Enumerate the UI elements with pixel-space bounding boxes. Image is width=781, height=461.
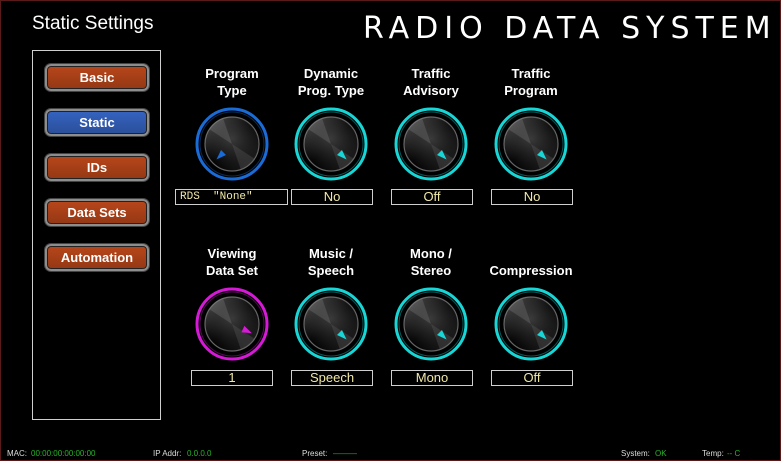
knob-sheen xyxy=(304,297,358,351)
sidebar-nav: Basic Static IDs Data Sets Automation xyxy=(32,50,161,420)
knob-sheen xyxy=(205,117,259,171)
program-type-knob[interactable] xyxy=(195,107,269,181)
system-status-value: OK xyxy=(655,449,667,458)
knob-label-line1: Traffic xyxy=(511,66,551,81)
knob-label-line1: Mono / xyxy=(410,246,452,261)
temp-value: -- C xyxy=(727,449,741,458)
nav-button-static[interactable]: Static xyxy=(45,109,149,136)
temp-label: Temp: xyxy=(702,449,724,458)
mono-stereo-knob[interactable] xyxy=(394,287,468,361)
knob-sheen xyxy=(404,117,458,171)
knob-label-line2: Advisory xyxy=(403,83,459,98)
knob-label-line1: Traffic xyxy=(411,66,451,81)
value-text: "None" xyxy=(213,191,253,203)
system-label: System: xyxy=(621,449,650,458)
traffic-advisory-knob[interactable] xyxy=(394,107,468,181)
mac-label: MAC: xyxy=(7,449,27,458)
mono-stereo-value: Mono xyxy=(391,370,473,386)
knob-label-line2: Stereo xyxy=(410,263,452,278)
knob-sheen xyxy=(205,297,259,351)
music-speech-value: Speech xyxy=(291,370,373,386)
status-bar: MAC: 00:00:00:00:00:00 IP Addr: 0.0.0.0 … xyxy=(1,447,781,461)
value-prefix: RDS xyxy=(180,191,200,203)
preset-label: Preset: xyxy=(302,449,328,458)
knob-sheen xyxy=(504,297,558,351)
page-title: Static Settings xyxy=(32,13,154,34)
knob-label-line1: Dynamic xyxy=(303,66,359,81)
program-type-value: RDS "None" xyxy=(175,189,288,205)
dynamic-prog-type-value: No xyxy=(291,189,373,205)
knob-label-line2: Prog. Type xyxy=(297,83,365,98)
knob-label-line2: Program xyxy=(504,83,558,98)
system-title: RADIO DATA SYSTEM xyxy=(363,11,777,46)
traffic-advisory-value: Off xyxy=(391,189,473,205)
knob-label-line1: Program xyxy=(205,66,259,81)
knob-sheen xyxy=(404,297,458,351)
knob-label-line1: Music / xyxy=(308,246,354,261)
ip-label: IP Addr: xyxy=(153,449,182,458)
knob-sheen xyxy=(304,117,358,171)
nav-button-data-sets[interactable]: Data Sets xyxy=(45,199,149,226)
compression-value: Off xyxy=(491,370,573,386)
knob-label-line2: Data Set xyxy=(205,263,259,278)
knob-label-line2: Speech xyxy=(307,263,355,278)
viewing-data-set-value: 1 xyxy=(191,370,273,386)
mac-value: 00:00:00:00:00:00 xyxy=(31,449,96,458)
compression-knob[interactable] xyxy=(494,287,568,361)
knob-label-line2: Type xyxy=(217,83,247,98)
ip-value: 0.0.0.0 xyxy=(187,449,212,458)
knob-sheen xyxy=(504,117,558,171)
viewing-data-set-knob[interactable] xyxy=(195,287,269,361)
nav-button-ids[interactable]: IDs xyxy=(45,154,149,181)
nav-button-basic[interactable]: Basic xyxy=(45,64,149,91)
preset-value: ——— xyxy=(333,449,357,458)
music-speech-knob[interactable] xyxy=(294,287,368,361)
traffic-program-value: No xyxy=(491,189,573,205)
traffic-program-knob[interactable] xyxy=(494,107,568,181)
nav-button-automation[interactable]: Automation xyxy=(45,244,149,271)
knob-label-line2: Compression xyxy=(489,263,573,278)
dynamic-prog-type-knob[interactable] xyxy=(294,107,368,181)
knob-label-line1: Viewing xyxy=(207,246,257,261)
